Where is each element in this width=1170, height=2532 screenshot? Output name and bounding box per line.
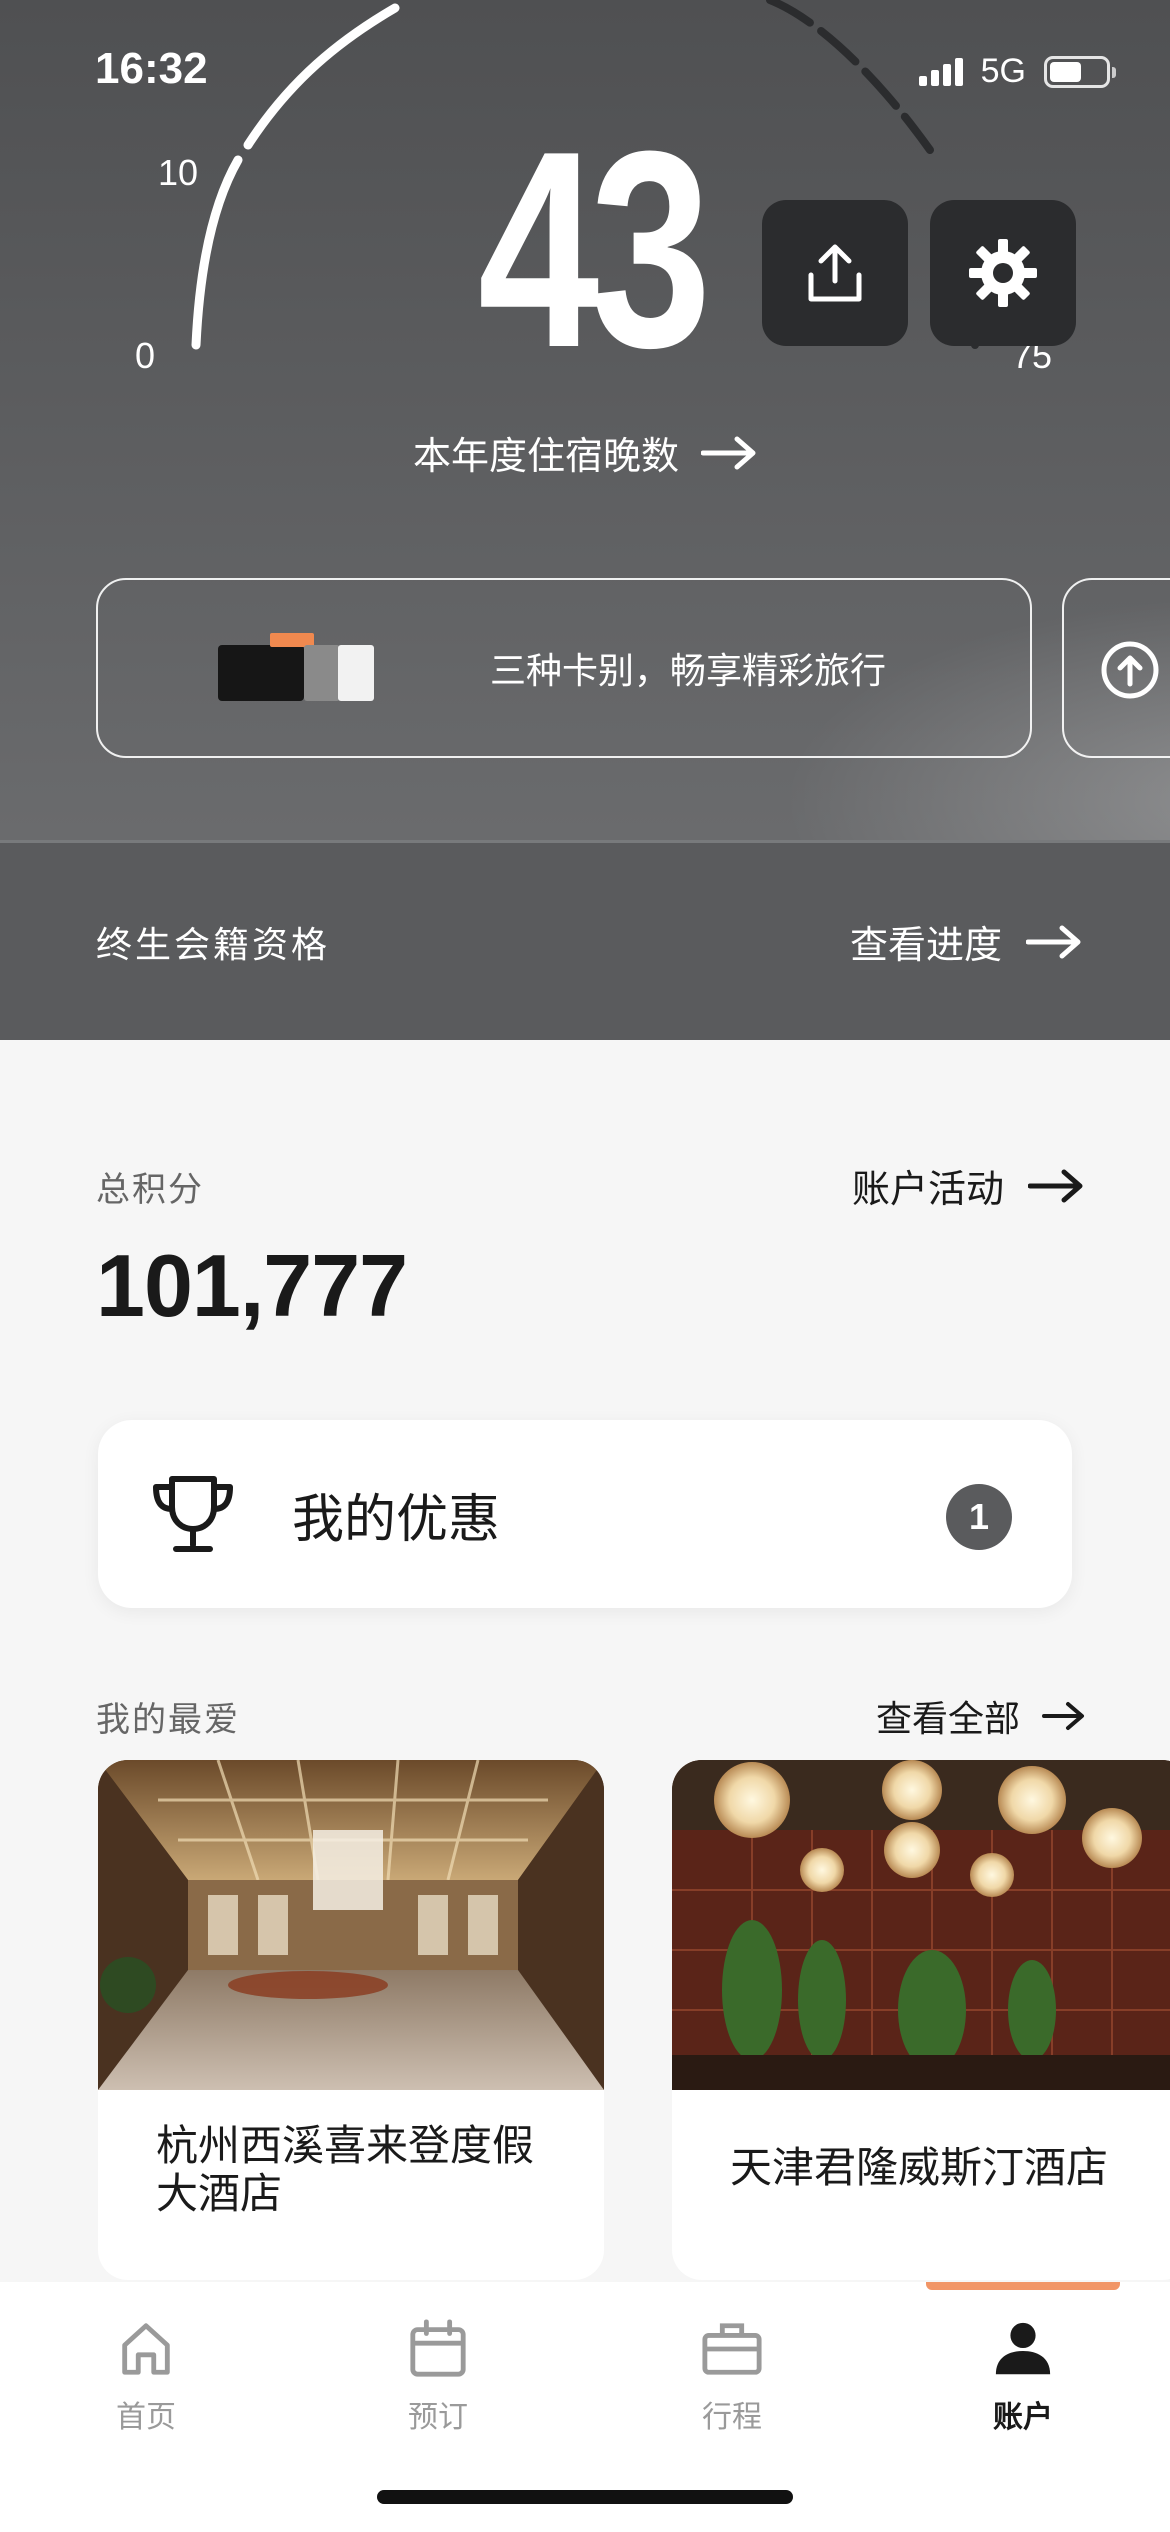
settings-button[interactable]: [930, 200, 1076, 346]
arrow-right-icon: [701, 436, 756, 469]
battery-icon: [1044, 55, 1116, 88]
home-indicator: [377, 2490, 793, 2504]
arrow-right-icon: [1026, 925, 1081, 958]
tab-trips[interactable]: 行程: [652, 2306, 812, 2436]
home-icon: [122, 2323, 170, 2375]
tab-account[interactable]: 账户: [943, 2306, 1103, 2436]
my-offers-card[interactable]: 我的优惠 1: [98, 1420, 1072, 1608]
arrow-right-icon: [1028, 1169, 1083, 1202]
hotel-photo: [672, 1760, 1170, 2090]
offers-count-badge: 1: [946, 1484, 1012, 1550]
gear-icon: [969, 239, 1037, 307]
tab-label: 首页: [116, 2400, 176, 2435]
view-all-label: 查看全部: [875, 1699, 1020, 1740]
status-indicators: 5G: [918, 52, 1116, 91]
hero-section: 16:32 5G 10 0 75 43 本年度住宿晚数 三种卡别，畅享精彩旅行 …: [0, 0, 1170, 1040]
favorite-hotel-card[interactable]: 杭州西溪喜来登度假大酒店: [98, 1760, 604, 2280]
share-button[interactable]: [762, 200, 908, 346]
promo-text: 三种卡别，畅享精彩旅行: [490, 651, 887, 692]
gauge-tick-0: 0: [135, 335, 156, 376]
hotel-name: 天津君隆威斯汀酒店: [730, 2143, 1109, 2192]
favorites-label: 我的最爱: [96, 1700, 240, 1740]
user-icon: [995, 2322, 1051, 2375]
tab-label: 预订: [408, 2400, 468, 2435]
upgrade-icon: [1101, 641, 1159, 699]
nights-label-link[interactable]: 本年度住宿晚数: [0, 425, 1170, 480]
trophy-icon: [153, 1476, 233, 1552]
account-activity-label: 账户活动: [851, 1167, 1004, 1211]
active-tab-indicator: [926, 2282, 1120, 2290]
tab-booking[interactable]: 预订: [358, 2306, 518, 2436]
favorite-hotel-card[interactable]: 天津君隆威斯汀酒店: [672, 1760, 1170, 2280]
tab-label: 账户: [993, 2400, 1053, 2435]
share-icon: [808, 244, 862, 302]
hotel-name: 杭州西溪喜来登度假大酒店: [156, 2121, 535, 2218]
gauge-tick-10: 10: [158, 152, 199, 193]
membership-cards-image: [218, 633, 378, 703]
tab-home[interactable]: 首页: [66, 2306, 226, 2436]
signal-icon: [918, 57, 963, 86]
briefcase-icon: [702, 2323, 762, 2375]
arrow-right-icon: [1042, 1702, 1084, 1730]
view-progress-label: 查看进度: [849, 923, 1002, 967]
lifetime-status-bar[interactable]: 终生会籍资格 查看进度: [0, 840, 1170, 1040]
card-tiers-banner[interactable]: 三种卡别，畅享精彩旅行: [96, 578, 1032, 758]
tab-label: 行程: [702, 2400, 762, 2435]
view-all-link[interactable]: 查看全部: [876, 1690, 1086, 1742]
calendar-icon: [410, 2319, 466, 2377]
my-offers-label: 我的优惠: [292, 1489, 501, 1550]
points-value: 101,777: [96, 1236, 408, 1335]
account-activity-link[interactable]: 账户活动: [852, 1158, 1084, 1213]
nights-label: 本年度住宿晚数: [412, 434, 679, 478]
status-time: 16:32: [95, 44, 208, 93]
secondary-banner[interactable]: [1062, 578, 1170, 758]
network-label: 5G: [980, 52, 1026, 90]
nights-count: 43: [477, 94, 712, 406]
hotel-photo: [98, 1760, 604, 2090]
points-label: 总积分: [96, 1170, 204, 1210]
lifetime-label: 终生会籍资格: [96, 924, 331, 966]
view-progress-link[interactable]: 查看进度: [850, 914, 1082, 969]
